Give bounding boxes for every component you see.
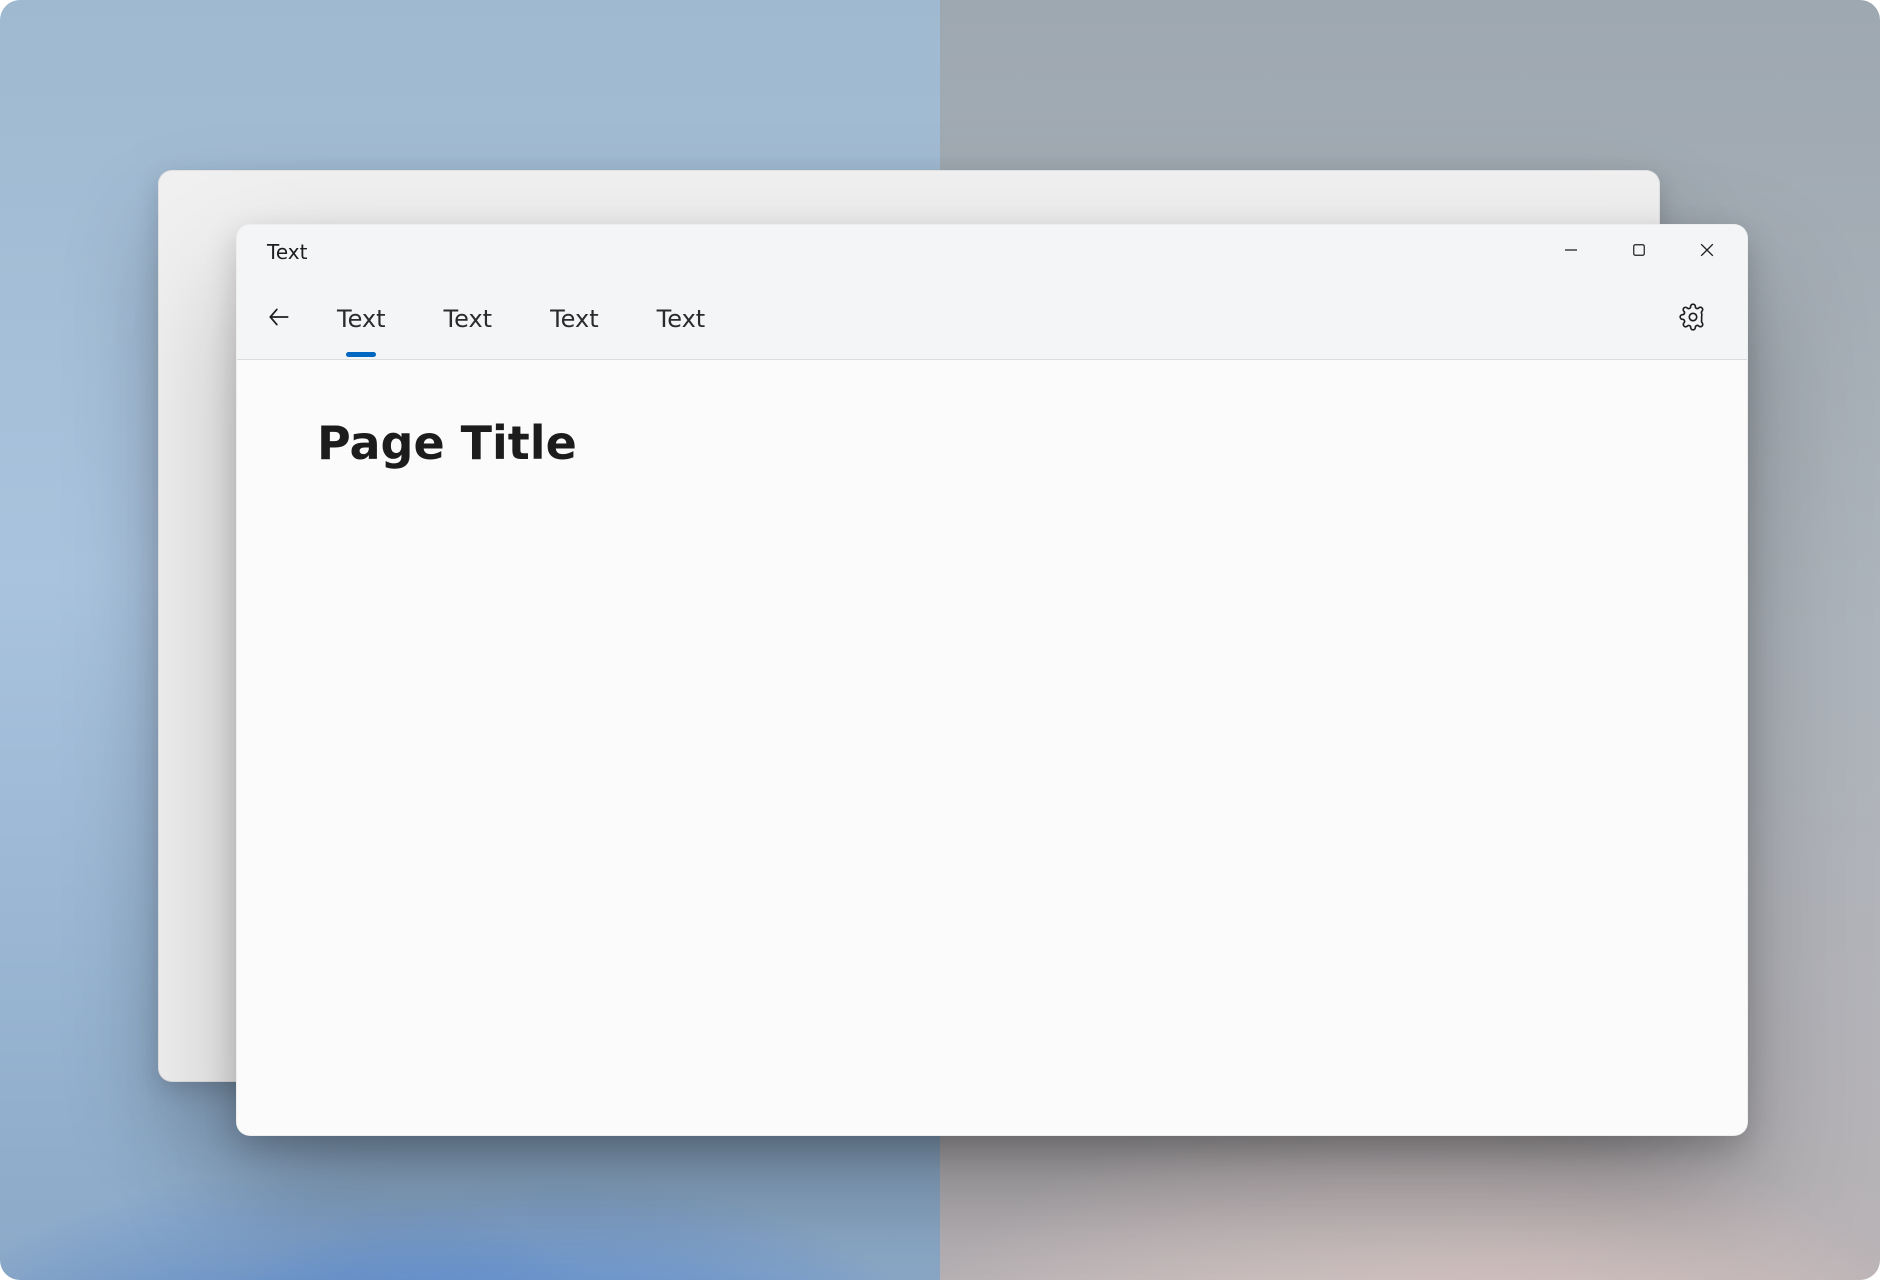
tab-1[interactable]: Text [430,279,507,359]
page-title: Page Title [317,416,1667,470]
window-title: Text [237,240,307,264]
tab-2[interactable]: Text [536,279,613,359]
minimize-button[interactable] [1537,225,1605,279]
page-content: Page Title [237,360,1747,1135]
tab-label: Text [337,305,386,333]
back-button[interactable] [255,295,303,343]
gear-icon [1679,303,1707,335]
tab-label: Text [657,305,706,333]
minimize-icon [1562,241,1580,263]
tab-bar: Text Text Text Text [237,279,1747,360]
tab-0[interactable]: Text [323,279,400,359]
app-window: Text [236,224,1748,1136]
close-button[interactable] [1673,225,1741,279]
tab-label: Text [550,305,599,333]
maximize-icon [1630,241,1648,263]
tab-3[interactable]: Text [643,279,720,359]
titlebar[interactable]: Text [237,225,1747,279]
maximize-button[interactable] [1605,225,1673,279]
close-icon [1697,240,1717,264]
tab-label: Text [444,305,493,333]
settings-button[interactable] [1669,295,1717,343]
arrow-left-icon [266,304,292,334]
tabs: Text Text Text Text [323,279,719,359]
